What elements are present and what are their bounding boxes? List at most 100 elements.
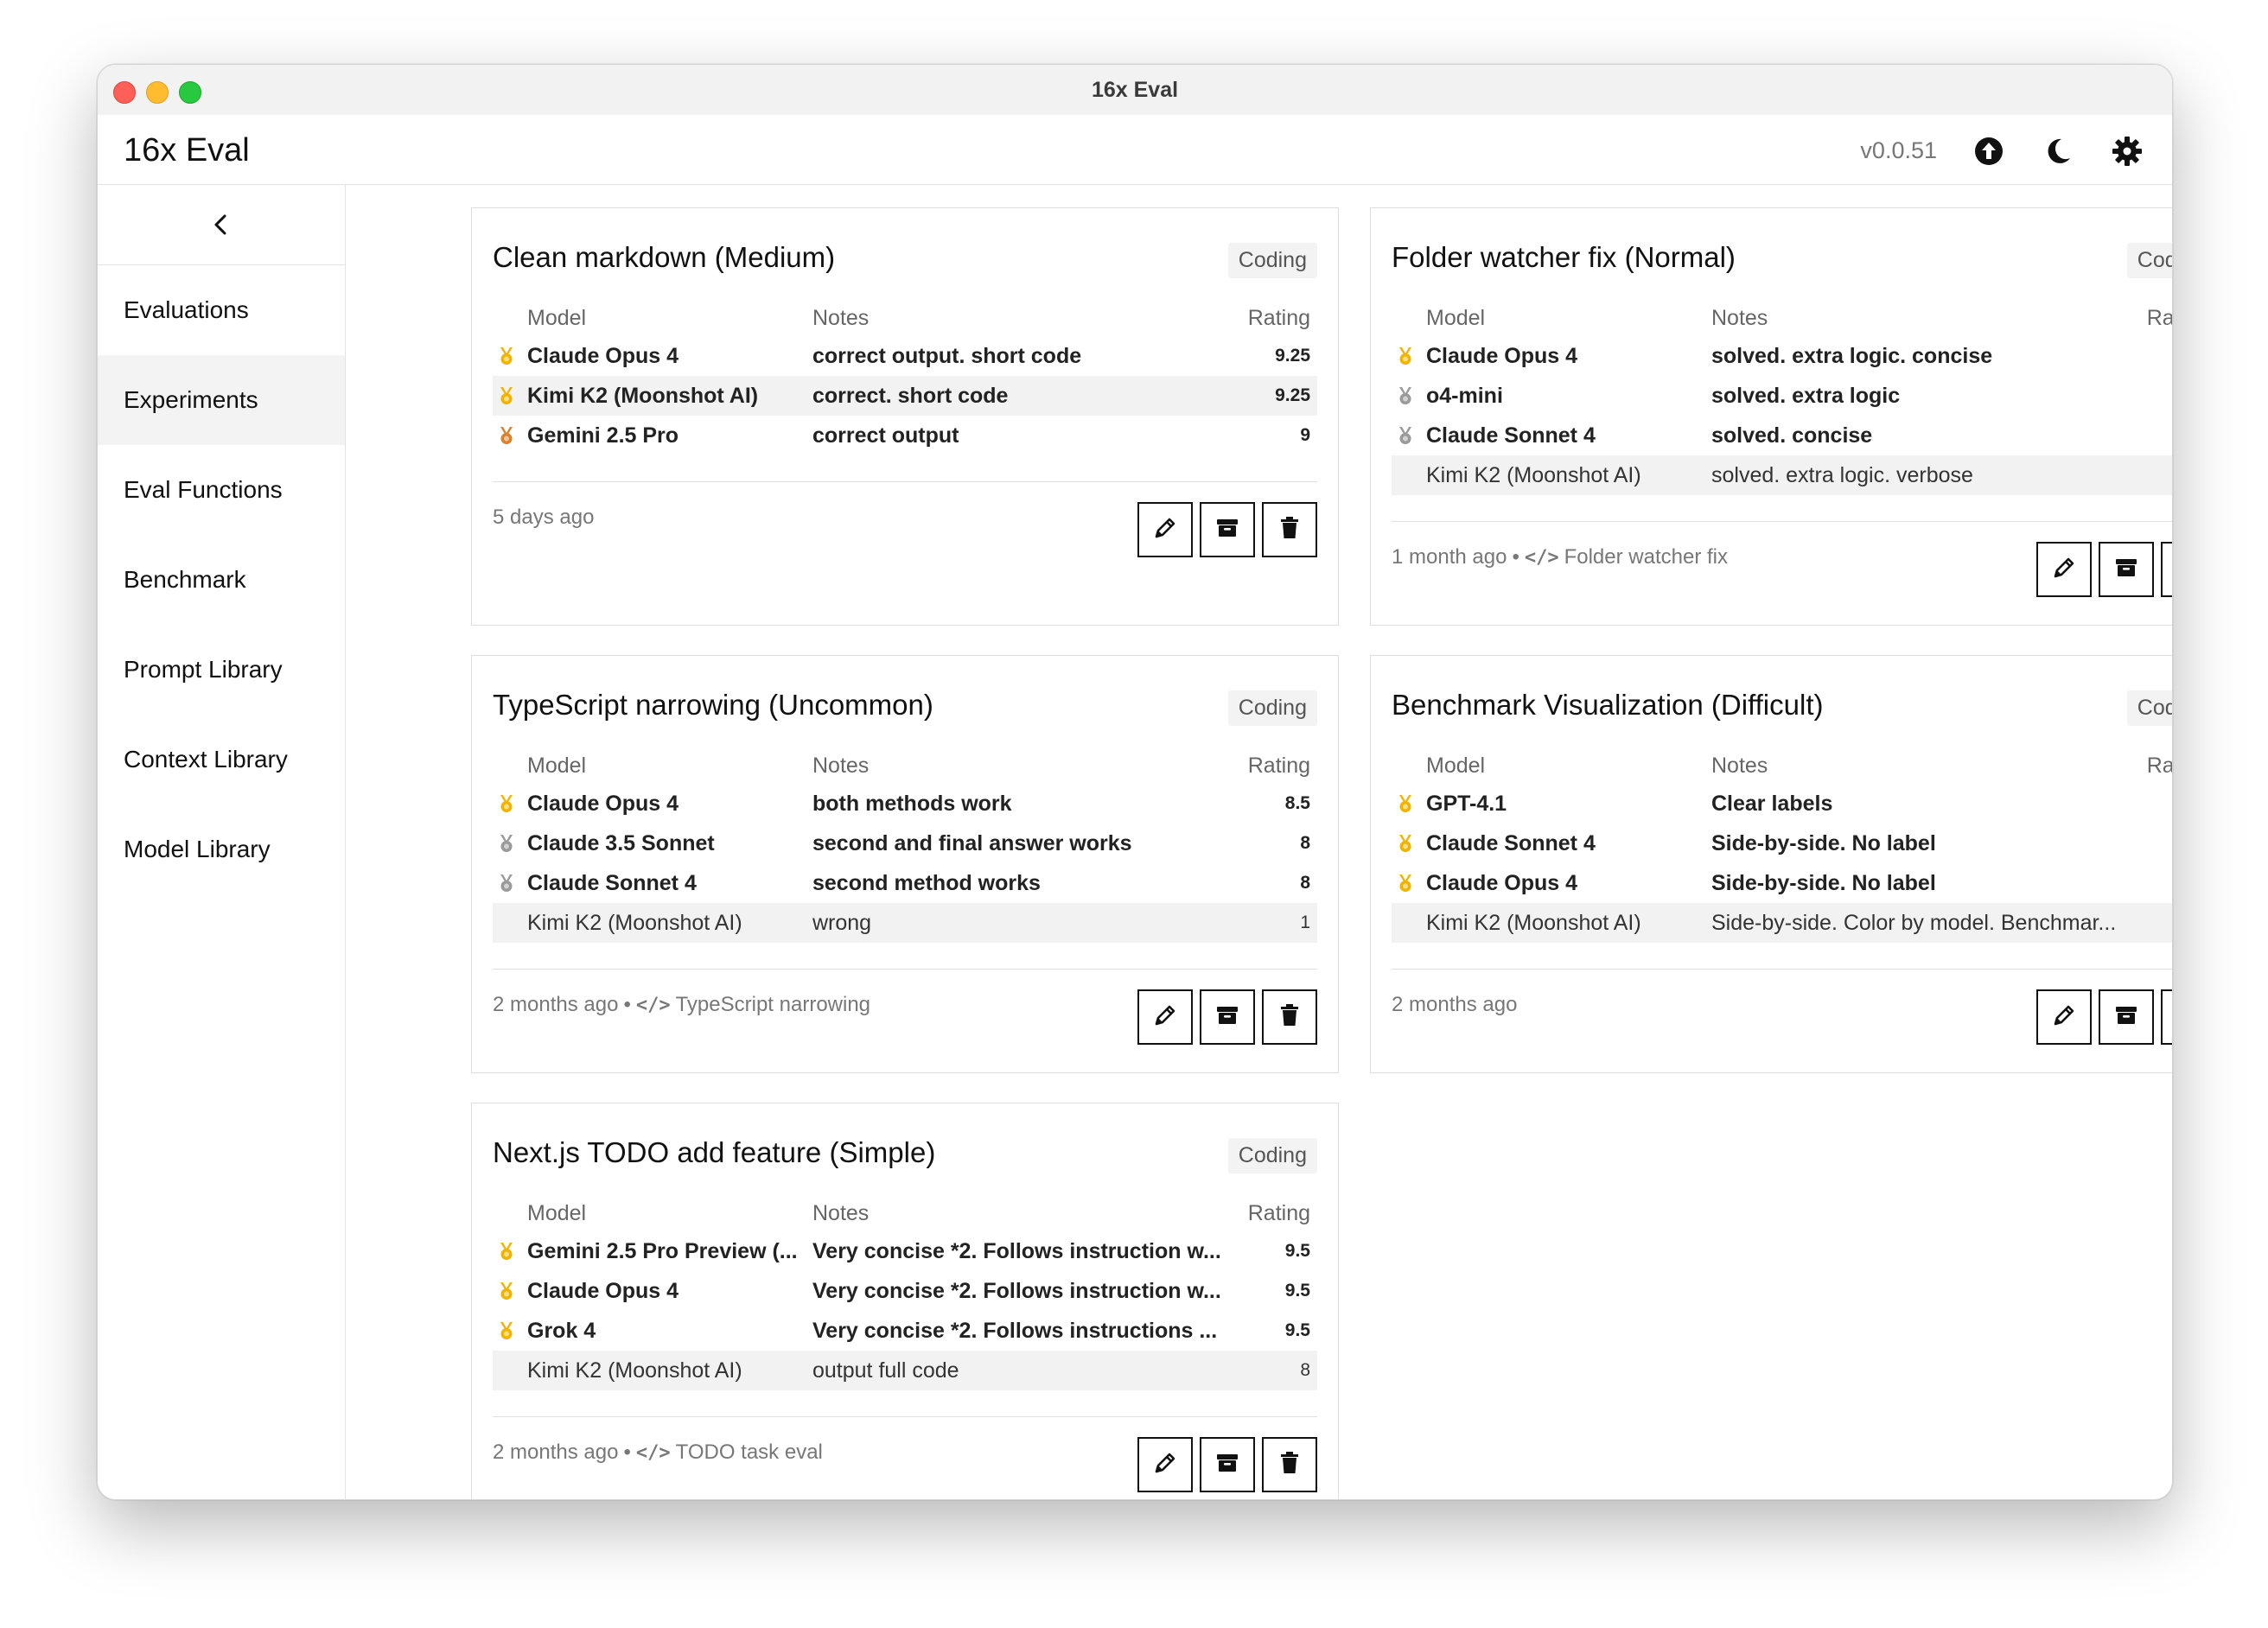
rating-value: 9.25 <box>1275 385 1310 405</box>
sidebar-item-prompt-library[interactable]: Prompt Library <box>98 625 345 715</box>
model-name: Claude Sonnet 4 <box>1426 423 1596 448</box>
rating-column-header: Rating <box>2146 306 2172 330</box>
experiment-meta: 1 month ago • </> Folder watcher fix <box>1392 545 1728 569</box>
edit-button[interactable] <box>1137 1437 1193 1492</box>
experiment-card[interactable]: Clean markdown (Medium) Coding Model Notes R… <box>471 207 1339 626</box>
edit-button[interactable] <box>1137 989 1193 1045</box>
eval-function-link[interactable]: </> TODO task eval <box>636 1440 823 1464</box>
model-name: Claude Opus 4 <box>1426 344 1578 368</box>
category-tag: Coding <box>2126 243 2172 278</box>
experiment-title[interactable]: Folder watcher fix (Normal) <box>1392 241 1736 274</box>
results-table: Model Notes Rating Gemini 2.5 Pro Preview (… <box>493 1197 1317 1390</box>
notes-text: Side-by-side. Color by model. Benchmar..… <box>1711 911 2117 935</box>
table-row: Kimi K2 (Moonshot AI) correct. short code… <box>493 376 1317 416</box>
silver-medal-icon <box>1395 385 1416 406</box>
gold-medal-icon <box>496 1281 517 1301</box>
update-button[interactable] <box>1972 134 2006 169</box>
sidebar-item-eval-functions[interactable]: Eval Functions <box>98 445 345 535</box>
table-row: Claude Opus 4 both methods work 8.5 <box>493 784 1317 824</box>
pencil-icon <box>2050 554 2078 586</box>
rating-column-header: Rating <box>1247 1201 1310 1225</box>
delete-button[interactable] <box>2161 542 2172 597</box>
trash-icon <box>1276 1449 1303 1481</box>
edit-button[interactable] <box>2036 542 2092 597</box>
pencil-icon <box>2050 1002 2078 1033</box>
archive-icon <box>1214 1449 1241 1481</box>
model-name: Kimi K2 (Moonshot AI) <box>527 384 759 408</box>
results-table: Model Notes Rating Claude Opus 4 both method… <box>493 749 1317 943</box>
table-row: Claude Sonnet 4 second method works 8 <box>493 863 1317 903</box>
title-bar: 16x Eval <box>98 65 2172 116</box>
model-name: Claude 3.5 Sonnet <box>527 831 715 855</box>
sidebar: Evaluations Experiments Eval Functions Benc… <box>98 185 346 1499</box>
notes-column-header: Notes <box>1711 306 1768 330</box>
table-row: Gemini 2.5 Pro correct output 9 <box>493 416 1317 455</box>
experiment-meta: 2 months ago • </> TypeScript narrowing <box>493 993 870 1017</box>
table-row: Claude Opus 4Side-by-side. No label8.5 <box>1392 863 2172 903</box>
model-column-header: Model <box>1426 306 1486 330</box>
card-actions <box>2036 542 2172 597</box>
version-label: v0.0.51 <box>1860 137 1937 163</box>
eval-function-name: Folder watcher fix <box>1564 545 1728 569</box>
model-name: Claude Sonnet 4 <box>1426 831 1596 855</box>
sidebar-item-benchmark[interactable]: Benchmark <box>98 535 345 625</box>
table-row: Claude Sonnet 4solved. concise9.25 <box>1392 416 2172 455</box>
archive-icon <box>2112 554 2140 586</box>
archive-button[interactable] <box>1200 1437 1255 1492</box>
table-row: Gemini 2.5 Pro Preview (... Very concise … <box>493 1231 1317 1271</box>
experiment-title[interactable]: Clean markdown (Medium) <box>493 241 835 274</box>
edit-button[interactable] <box>2036 989 2092 1045</box>
experiment-card[interactable]: Next.js TODO add feature (Simple) Coding M… <box>471 1103 1339 1499</box>
eval-function-link[interactable]: </> TypeScript narrowing <box>636 993 870 1016</box>
category-tag: Coding <box>1227 1138 1317 1173</box>
archive-button[interactable] <box>2099 989 2154 1045</box>
experiments-grid: Clean markdown (Medium) Coding Model Notes R… <box>346 185 2172 1499</box>
archive-button[interactable] <box>2099 542 2154 597</box>
archive-button[interactable] <box>1200 502 1255 557</box>
category-tag: Coding <box>2126 690 2172 726</box>
separator-dot: • <box>623 993 631 1016</box>
trash-icon <box>1276 514 1303 546</box>
eval-function-name: TODO task eval <box>675 1440 823 1464</box>
collapse-sidebar-button[interactable] <box>98 185 345 265</box>
pencil-icon <box>1151 1002 1179 1033</box>
divider <box>493 481 1317 482</box>
notes-text: solved. extra logic. concise <box>1711 344 1993 368</box>
results-table: Model Notes Rating Claude Opus 4 solved. ext… <box>1392 302 2172 495</box>
delete-button[interactable] <box>1262 1437 1317 1492</box>
archive-button[interactable] <box>1200 989 1255 1045</box>
model-name: Claude Opus 4 <box>527 1279 679 1303</box>
updated-time: 1 month ago <box>1392 545 1507 569</box>
notes-text: both methods work <box>812 792 1012 816</box>
rating-value: 8 <box>1300 833 1310 853</box>
notes-text: Side-by-side. No label <box>1711 831 1936 855</box>
notes-text: Very concise *2. Follows instructions ..… <box>812 1319 1218 1343</box>
edit-button[interactable] <box>1137 502 1193 557</box>
dark-mode-toggle[interactable] <box>2041 134 2075 169</box>
delete-button[interactable] <box>2161 989 2172 1045</box>
updated-time: 2 months ago <box>493 993 619 1016</box>
sidebar-item-evaluations[interactable]: Evaluations <box>98 265 345 355</box>
sidebar-item-model-library[interactable]: Model Library <box>98 804 345 894</box>
category-tag: Coding <box>1227 690 1317 726</box>
rating-value: 9.25 <box>1275 346 1310 366</box>
sidebar-item-context-library[interactable]: Context Library <box>98 715 345 804</box>
experiment-title[interactable]: Benchmark Visualization (Difficult) <box>1392 689 1823 722</box>
code-icon: </> <box>635 1442 671 1464</box>
category-tag: Coding <box>1227 243 1317 278</box>
model-name: o4-mini <box>1426 384 1503 408</box>
rating-column-header: Rating <box>2146 754 2172 778</box>
experiment-title[interactable]: Next.js TODO add feature (Simple) <box>493 1136 935 1169</box>
eval-function-link[interactable]: </> Folder watcher fix <box>1525 545 1728 569</box>
delete-button[interactable] <box>1262 502 1317 557</box>
table-header: Model Notes Rating <box>493 1197 1317 1231</box>
experiment-card[interactable]: Folder watcher fix (Normal) Coding Model No… <box>1370 207 2172 626</box>
delete-button[interactable] <box>1262 989 1317 1045</box>
settings-button[interactable] <box>2110 134 2144 169</box>
experiment-card[interactable]: Benchmark Visualization (Difficult) Codin… <box>1370 655 2172 1073</box>
model-name: Claude Opus 4 <box>527 344 679 368</box>
experiment-title[interactable]: TypeScript narrowing (Uncommon) <box>493 689 933 722</box>
experiment-card[interactable]: TypeScript narrowing (Uncommon) Coding Mod… <box>471 655 1339 1073</box>
sidebar-item-experiments[interactable]: Experiments <box>98 355 345 445</box>
eval-function-name: TypeScript narrowing <box>675 993 871 1016</box>
